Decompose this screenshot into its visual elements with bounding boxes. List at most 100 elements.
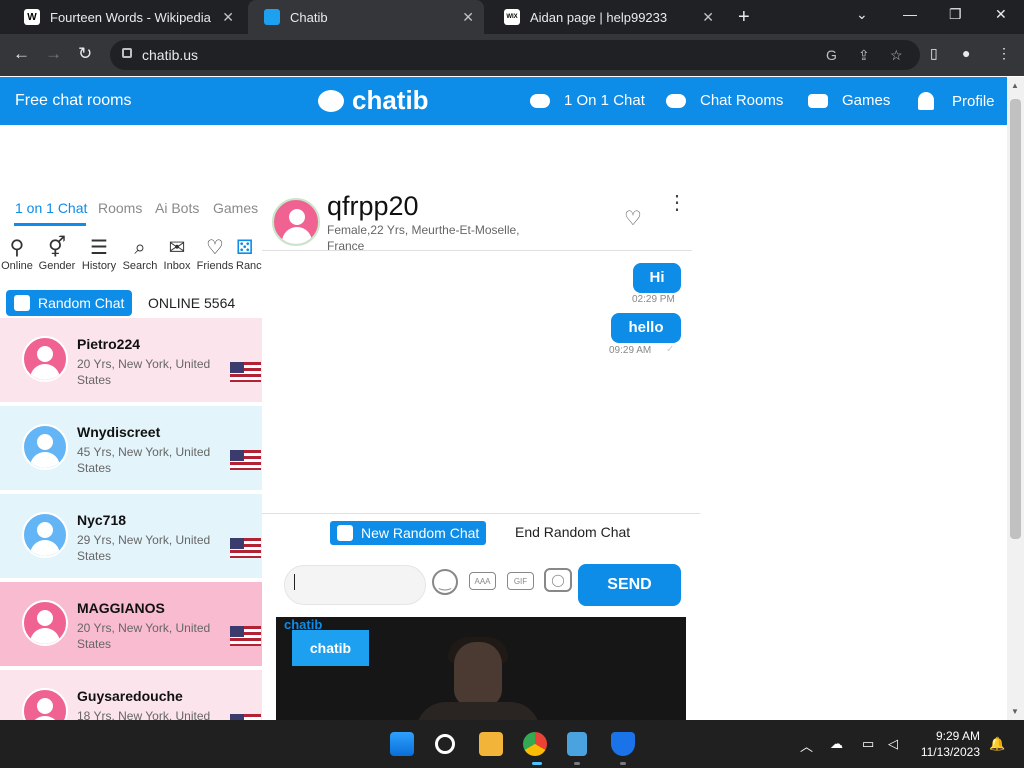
- notification-bell-icon[interactable]: 🔔: [989, 736, 1005, 752]
- chat-partner-name[interactable]: qfrpp20: [327, 191, 419, 222]
- clock-date: 11/13/2023: [920, 745, 980, 759]
- menu-dots-icon[interactable]: ⋮: [997, 45, 1011, 62]
- gender-filter[interactable]: ⚥ Gender: [36, 236, 78, 272]
- page-scrollbar[interactable]: ▲ ▼: [1007, 77, 1024, 720]
- scroll-up-icon[interactable]: ▲: [1011, 81, 1019, 90]
- nav-games[interactable]: Games: [808, 92, 890, 109]
- tab-title: Fourteen Words - Wikipedia: [50, 9, 211, 25]
- wix-favicon-icon: WIX: [504, 9, 520, 25]
- random-filter[interactable]: ⚄ Ranc: [236, 236, 262, 272]
- defender-shield-icon[interactable]: [611, 732, 635, 756]
- side-panel-icon[interactable]: ▯: [930, 45, 938, 62]
- onedrive-icon[interactable]: ☁: [830, 736, 843, 752]
- video-player[interactable]: chatib chatib: [276, 617, 686, 720]
- list-item[interactable]: MAGGIANOS 20 Yrs, New York, United State…: [0, 582, 262, 668]
- message-bubble: Hi: [633, 263, 681, 293]
- video-figure-body: [416, 702, 540, 720]
- avatar: [22, 424, 68, 470]
- avatar: [22, 336, 68, 382]
- browser-tab-wikipedia[interactable]: W Fourteen Words - Wikipedia ✕: [8, 0, 244, 34]
- random-chat-row: Random Chat ONLINE 5564: [0, 290, 262, 316]
- nav-profile[interactable]: Profile: [918, 92, 995, 110]
- inbox-filter[interactable]: ✉ Inbox: [156, 236, 198, 272]
- new-tab-icon[interactable]: +: [738, 6, 750, 29]
- tab-search-chevron-icon[interactable]: ⌄: [856, 6, 868, 23]
- address-bar[interactable]: chatib.us G ⇪ ☆: [110, 40, 920, 70]
- nav-1on1-chat[interactable]: 1 On 1 Chat: [530, 92, 645, 109]
- end-random-chat-button[interactable]: End Random Chat: [515, 524, 630, 540]
- reload-icon[interactable]: ↻: [78, 44, 92, 64]
- chat-panel: qfrpp20 Female,22 Yrs, Meurthe-Et-Mosell…: [262, 191, 700, 616]
- tab-1on1-chat[interactable]: 1 on 1 Chat: [15, 200, 87, 216]
- tab-games[interactable]: Games: [213, 200, 258, 216]
- bookmark-star-icon[interactable]: ☆: [890, 47, 903, 64]
- add-friend-heart-icon[interactable]: ♡: [624, 206, 642, 231]
- search-icon[interactable]: [435, 734, 455, 754]
- tab-rooms[interactable]: Rooms: [98, 200, 142, 216]
- chrome-icon[interactable]: [523, 732, 547, 756]
- notepad-icon[interactable]: [567, 732, 587, 756]
- minimize-icon[interactable]: —: [903, 6, 917, 22]
- user-desc: 29 Yrs, New York, United States: [77, 533, 211, 563]
- close-tab-icon[interactable]: ✕: [702, 9, 714, 26]
- profile-icon[interactable]: ●: [962, 45, 970, 61]
- scrollbar-thumb[interactable]: [1010, 99, 1021, 539]
- online-filter[interactable]: ⚲ Online: [0, 236, 38, 272]
- random-chat-button[interactable]: Random Chat: [6, 290, 133, 316]
- back-arrow-icon[interactable]: ←: [13, 44, 30, 64]
- gif-icon[interactable]: GIF: [507, 572, 534, 590]
- volume-icon[interactable]: ◁: [888, 736, 898, 752]
- site-header: Free chat rooms chatib 1 On 1 Chat Chat …: [0, 77, 1007, 125]
- friends-filter[interactable]: ♡ Friends: [194, 236, 236, 272]
- close-tab-icon[interactable]: ✕: [222, 9, 234, 26]
- search-filter[interactable]: ⌕ Search: [119, 236, 161, 272]
- browser-tab-chatib[interactable]: Chatib ✕: [248, 0, 484, 34]
- tab-ai-bots[interactable]: Ai Bots: [155, 200, 199, 216]
- user-icon: [918, 92, 934, 110]
- file-explorer-icon[interactable]: [479, 732, 503, 756]
- forward-arrow-icon[interactable]: →: [45, 44, 62, 64]
- message-input[interactable]: [284, 565, 426, 605]
- windows-taskbar: ︿ ☁ ▭ ◁ 9:29 AM 11/13/2023 🔔: [0, 720, 1024, 768]
- list-item[interactable]: Pietro224 20 Yrs, New York, United State…: [0, 318, 262, 404]
- tab-title: Chatib: [290, 9, 328, 25]
- list-item[interactable]: Wnydiscreet 45 Yrs, New York, United Sta…: [0, 406, 262, 492]
- dice-icon: ⚄: [236, 237, 254, 259]
- font-style-icon[interactable]: AAA: [469, 572, 496, 590]
- dice-icon: [14, 295, 30, 311]
- start-windows-icon[interactable]: [390, 732, 414, 756]
- divider: [262, 513, 700, 514]
- chatib-logo[interactable]: chatib: [318, 85, 429, 116]
- show-hidden-icons-chevron-icon[interactable]: ︿: [800, 736, 813, 755]
- close-tab-icon[interactable]: ✕: [462, 9, 474, 26]
- list-item[interactable]: Nyc718 29 Yrs, New York, United States: [0, 494, 262, 580]
- scroll-down-icon[interactable]: ▼: [1011, 707, 1019, 716]
- avatar: [22, 600, 68, 646]
- share-icon[interactable]: ⇪: [858, 47, 870, 64]
- list-item[interactable]: Guysaredouche 18 Yrs, New York, United: [0, 670, 262, 720]
- chat-partner-avatar[interactable]: [272, 198, 320, 246]
- emoji-icon[interactable]: ‿: [432, 569, 458, 595]
- free-chat-rooms-link[interactable]: Free chat rooms: [15, 92, 131, 110]
- new-random-chat-button[interactable]: New Random Chat: [330, 521, 487, 545]
- close-window-icon[interactable]: ✕: [995, 6, 1007, 23]
- google-icon[interactable]: G: [826, 47, 837, 63]
- nav-chat-rooms[interactable]: Chat Rooms: [666, 92, 783, 109]
- taskbar-clock[interactable]: 9:29 AM 11/13/2023: [916, 728, 980, 760]
- tab-title: Aidan page | help99233: [530, 9, 668, 25]
- list-icon: ☰: [90, 237, 108, 259]
- more-options-icon[interactable]: ⋮: [667, 193, 687, 213]
- active-tab-underline: [14, 223, 86, 226]
- browser-tab-wix[interactable]: WIX Aidan page | help99233 ✕: [488, 0, 724, 34]
- filter-label: Gender: [38, 260, 76, 272]
- restore-icon[interactable]: ❐: [949, 6, 962, 23]
- user-list: Pietro224 20 Yrs, New York, United State…: [0, 318, 262, 720]
- browser-tab-bar: W Fourteen Words - Wikipedia ✕ Chatib ✕ …: [0, 0, 1024, 34]
- send-button[interactable]: SEND: [578, 564, 681, 606]
- user-desc: 20 Yrs, New York, United States: [77, 621, 211, 651]
- network-icon[interactable]: ▭: [862, 736, 874, 752]
- history-filter[interactable]: ☰ History: [78, 236, 120, 272]
- user-name: Wnydiscreet: [77, 424, 161, 440]
- camera-icon[interactable]: ◯: [544, 568, 572, 592]
- chat-rooms-icon: [666, 93, 686, 108]
